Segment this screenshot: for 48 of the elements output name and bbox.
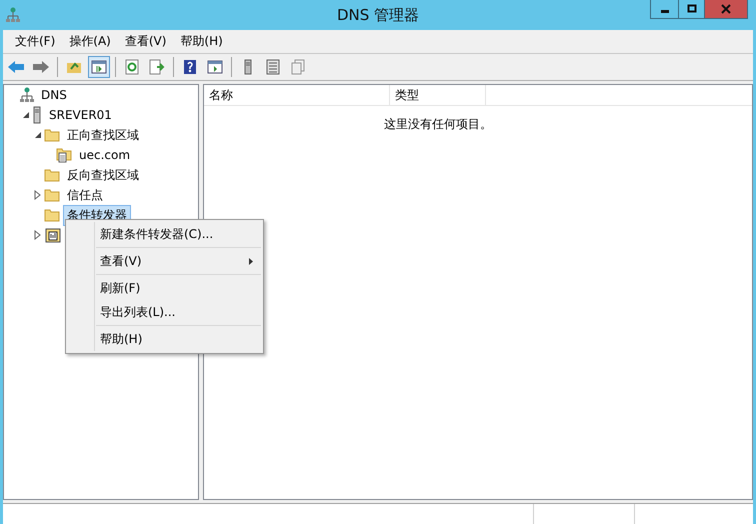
close-icon: [721, 4, 731, 14]
list-icon: [266, 59, 280, 75]
close-button[interactable]: [704, 0, 748, 19]
maximize-icon: [686, 4, 696, 14]
column-header[interactable]: 名称: [204, 85, 390, 105]
tree-item[interactable]: uec.com: [75, 146, 134, 164]
collapsed-arrow-icon: [34, 230, 42, 240]
back-arrow-icon: [7, 60, 25, 74]
tree-item[interactable]: 反向查找区域: [63, 164, 143, 186]
menu-item[interactable]: 查看(V): [118, 33, 174, 50]
context-menu-item[interactable]: 导出列表(L)...: [66, 300, 263, 324]
empty-message: 这里没有任何项目。: [384, 117, 492, 131]
folder-icon: [44, 188, 60, 202]
window-title: DNS 管理器: [336, 6, 420, 24]
refresh-icon: [124, 59, 140, 75]
toolbar-button[interactable]: [88, 56, 110, 78]
network-icon: [6, 7, 20, 23]
tree-item[interactable]: DNS: [37, 86, 71, 104]
event-log-icon: [45, 227, 61, 243]
tree-item[interactable]: SREVER01: [45, 106, 116, 124]
network-icon: [20, 87, 34, 103]
context-menu-item[interactable]: 刷新(F): [66, 276, 263, 300]
column-header[interactable]: 类型: [390, 85, 486, 105]
export-list-icon: [149, 59, 165, 75]
context-menu-item[interactable]: 帮助(H): [66, 327, 263, 351]
menu-item[interactable]: 帮助(H): [173, 33, 230, 50]
copy-icon: [291, 59, 305, 75]
folder-icon: [44, 128, 60, 142]
tree-item[interactable]: 信任点: [63, 184, 107, 206]
forward-arrow-icon: [32, 60, 50, 74]
context-menu-item[interactable]: 查看(V): [66, 249, 263, 273]
server-icon: [243, 59, 253, 75]
menu-item[interactable]: 操作(A): [62, 33, 118, 50]
collapsed-arrow-icon: [34, 190, 42, 200]
expanded-arrow-icon: [22, 111, 30, 119]
folder-icon: [44, 208, 60, 222]
submenu-arrow-icon: [249, 258, 253, 264]
action-pane-icon: [207, 60, 223, 74]
help-icon: [183, 59, 197, 75]
menu-item[interactable]: 文件(F): [8, 33, 62, 50]
server-icon: [32, 106, 42, 124]
folder-icon: [44, 168, 60, 182]
minimize-button[interactable]: [650, 0, 679, 19]
expanded-arrow-icon: [34, 131, 42, 139]
tree-item[interactable]: 正向查找区域: [63, 124, 143, 146]
folder-up-icon: [66, 60, 82, 74]
tree-pane-icon: [91, 60, 107, 74]
zone-file-icon: [56, 147, 72, 163]
